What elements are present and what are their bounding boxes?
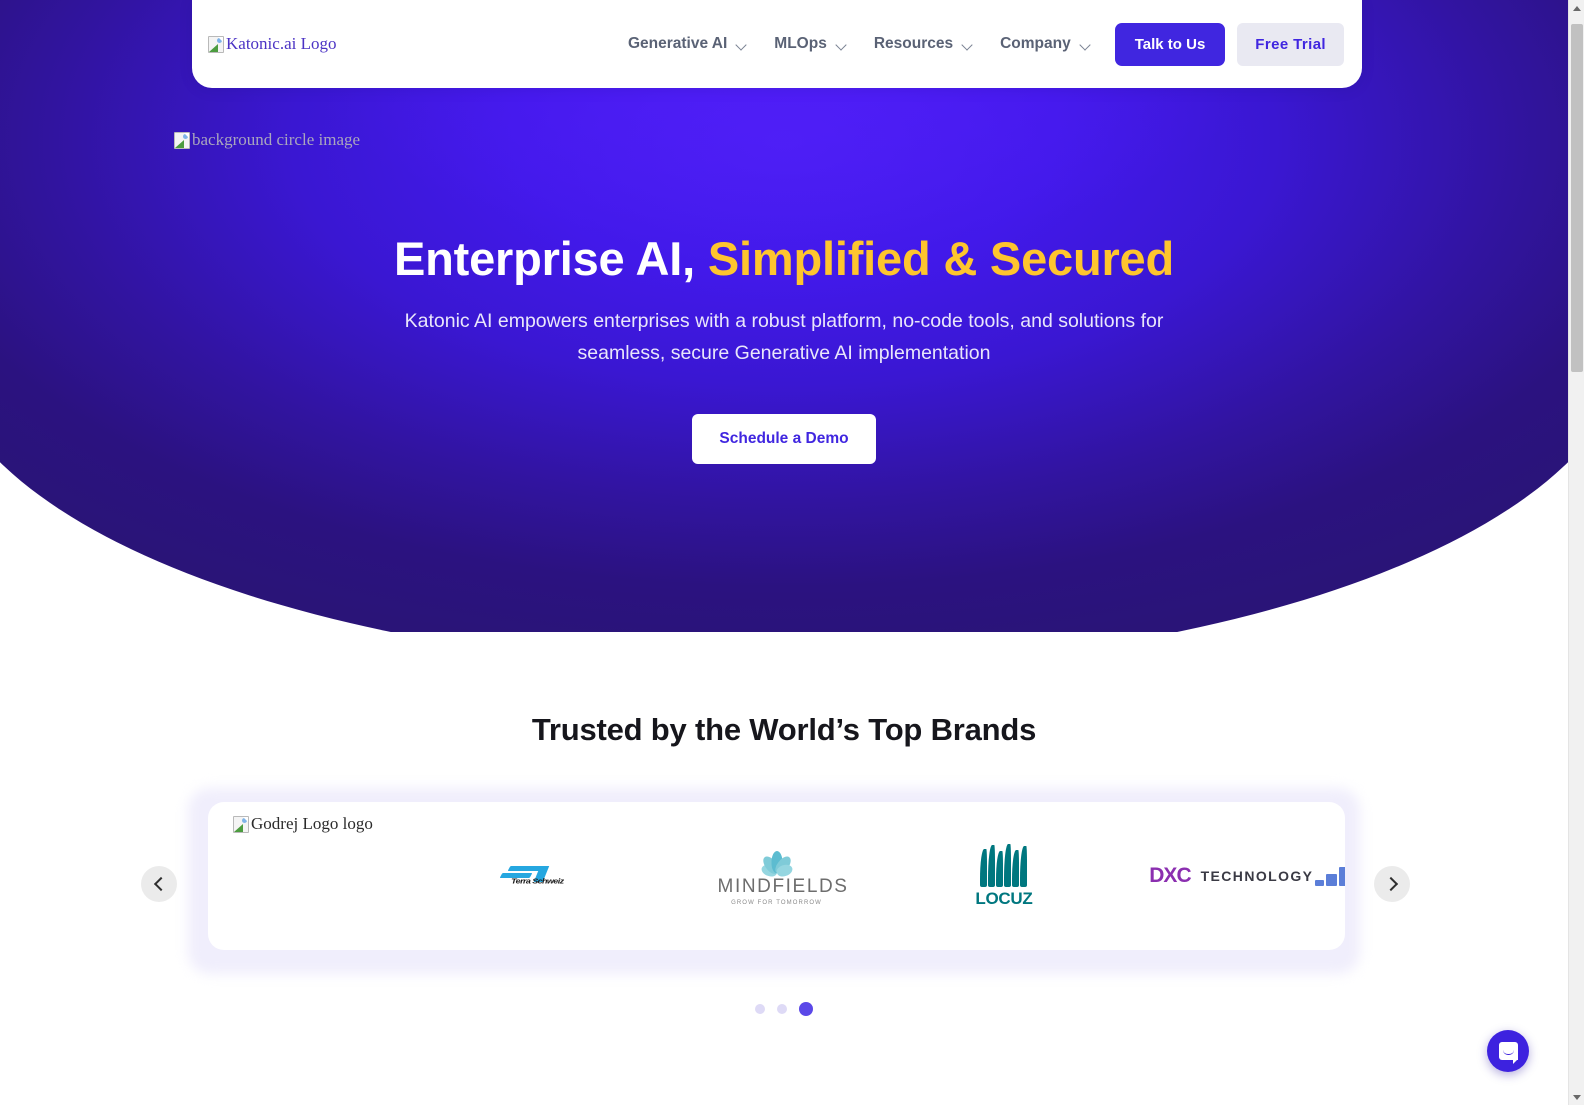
nav-item-label: Resources xyxy=(873,35,954,52)
header-actions: Talk to Us Free Trial xyxy=(1114,22,1344,66)
carousel-dot-2[interactable] xyxy=(777,1004,787,1014)
brand-logo-slot-dxc[interactable]: DXC TECHNOLOGY xyxy=(1118,802,1345,950)
brand-logo-slot-godrej xyxy=(208,802,435,950)
carousel-dot-1[interactable] xyxy=(755,1004,765,1014)
brand-logo-row: Terra Schweiz MINDFIELDS GROW FOR TOMORR… xyxy=(208,802,1345,950)
hero-section: background circle image Enterprise AI, S… xyxy=(0,0,1568,632)
locuz-logo-icon: LOCUZ xyxy=(971,843,1037,909)
page-title: Enterprise AI, Simplified & Secured xyxy=(0,232,1568,286)
schedule-demo-button[interactable]: Schedule a Demo xyxy=(692,414,876,465)
katonic-logo[interactable]: Katonic.ai Logo xyxy=(208,34,350,54)
nav-item-label: MLOps xyxy=(774,35,827,52)
lotus-icon xyxy=(755,847,799,878)
nav-item-company[interactable]: Company xyxy=(1000,35,1091,53)
brand-logo-slot-mindfields[interactable]: MINDFIELDS GROW FOR TOMORROW xyxy=(663,802,890,950)
logo-alt-text: Katonic.ai Logo xyxy=(226,34,337,53)
locuz-flame-icon xyxy=(971,843,1037,887)
scrollbar-thumb[interactable] xyxy=(1571,24,1583,372)
page-viewport: background circle image Enterprise AI, S… xyxy=(0,0,1568,1105)
mindfields-logo-tagline: GROW FOR TOMORROW xyxy=(731,899,822,906)
headline-accent: Simplified & Secured xyxy=(707,232,1175,285)
carousel-pagination xyxy=(0,1002,1568,1016)
chevron-down-icon xyxy=(1080,41,1091,48)
carousel-dot-3[interactable] xyxy=(799,1002,813,1016)
page-scrollbar[interactable] xyxy=(1568,0,1584,1105)
nav-item-label: Company xyxy=(1000,35,1071,52)
talk-to-us-button[interactable]: Talk to Us xyxy=(1114,22,1226,66)
brands-carousel: Godrej Logo logo Terra Schweiz MINDFIELD… xyxy=(0,788,1568,1016)
brand-logo-slot-terra[interactable]: Terra Schweiz xyxy=(435,802,662,950)
chevron-down-icon xyxy=(836,41,847,48)
brands-section: Trusted by the World’s Top Brands Godrej… xyxy=(0,632,1568,1105)
terra-logo-wordmark: Terra Schweiz xyxy=(511,876,564,886)
chevron-down-icon xyxy=(962,41,973,48)
main-navigation: Generative AI MLOps Resources Company xyxy=(628,35,1091,53)
mindfields-logo-name: MINDFIELDS xyxy=(717,875,849,897)
nav-item-generative-ai[interactable]: Generative AI xyxy=(628,35,747,53)
chevron-down-icon xyxy=(736,41,747,48)
smile-icon xyxy=(1502,1050,1514,1055)
scroll-down-arrow[interactable] xyxy=(1569,1089,1584,1105)
hero-subtitle: Katonic AI empowers enterprises with a r… xyxy=(404,310,1164,364)
free-trial-button[interactable]: Free Trial xyxy=(1237,22,1344,66)
scroll-up-arrow[interactable] xyxy=(1569,0,1584,16)
terra-logo-icon: Terra Schweiz xyxy=(495,864,603,888)
nav-item-resources[interactable]: Resources xyxy=(874,35,973,53)
carousel-card: Godrej Logo logo Terra Schweiz MINDFIELD… xyxy=(208,802,1345,950)
next-brand-logo-partial xyxy=(1315,866,1345,886)
brands-title: Trusted by the World’s Top Brands xyxy=(531,712,1037,747)
broken-image-icon xyxy=(208,35,224,53)
carousel-next-button[interactable] xyxy=(1374,866,1410,902)
dxc-logo-icon: DXC TECHNOLOGY xyxy=(1149,864,1313,888)
brand-logo-slot-locuz[interactable]: LOCUZ xyxy=(890,802,1117,950)
dxc-logo-suffix: TECHNOLOGY xyxy=(1200,868,1314,884)
chat-launcher-button[interactable] xyxy=(1487,1030,1529,1072)
chat-bubble-icon xyxy=(1498,1042,1518,1064)
carousel-prev-button[interactable] xyxy=(141,866,177,902)
chevron-left-icon xyxy=(153,876,168,892)
headline-primary: Enterprise AI, xyxy=(393,232,696,285)
mindfields-logo-icon: MINDFIELDS GROW FOR TOMORROW xyxy=(717,847,849,906)
nav-item-label: Generative AI xyxy=(627,35,728,52)
dxc-logo-mark: DXC xyxy=(1149,864,1191,887)
nav-item-mlops[interactable]: MLOps xyxy=(774,35,847,53)
chevron-right-icon xyxy=(1383,876,1398,892)
site-header: Katonic.ai Logo Generative AI MLOps Reso… xyxy=(192,0,1362,88)
locuz-logo-name: LOCUZ xyxy=(975,888,1033,908)
